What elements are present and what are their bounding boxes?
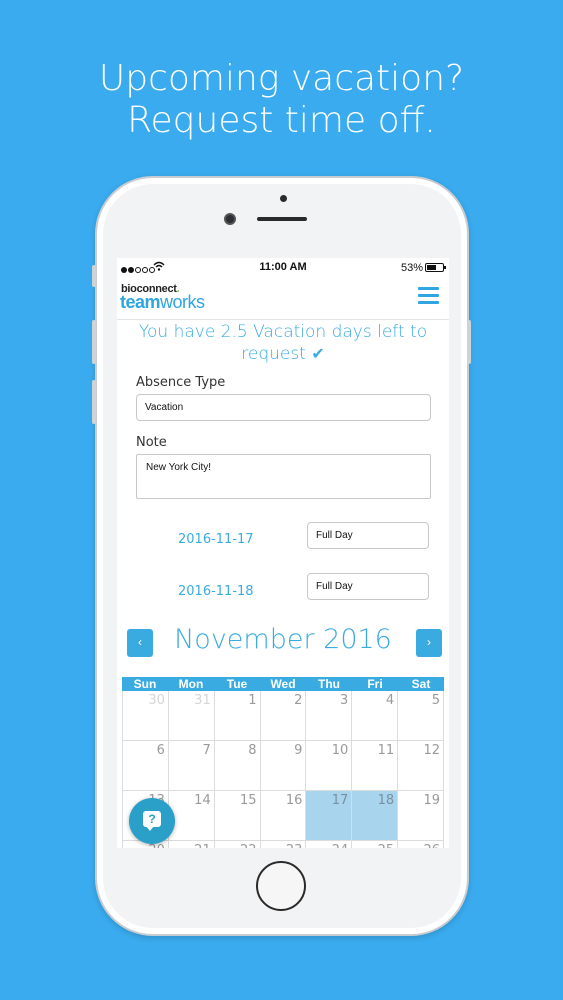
help-icon: ?: [143, 811, 161, 831]
weekday-label: Sun: [133, 677, 157, 691]
calendar-week: 6 7 8 9 10 11 12: [122, 741, 445, 791]
calendar-day[interactable]: 21: [169, 841, 215, 848]
calendar-day[interactable]: 8: [214, 741, 261, 791]
battery-icon: [425, 263, 446, 272]
weekday-label: Mon: [178, 677, 204, 691]
proximity-sensor: [280, 195, 287, 202]
app-header: bioconnect. teamworks: [117, 280, 449, 320]
calendar-day[interactable]: 26: [398, 841, 445, 848]
calendar-day[interactable]: 5: [398, 691, 445, 741]
calendar-day[interactable]: 19: [398, 791, 445, 841]
calendar-day[interactable]: 4: [352, 691, 399, 741]
absence-type-label: Absence Type: [136, 375, 226, 390]
home-button[interactable]: [256, 861, 306, 911]
weekday-label: Wed: [270, 677, 296, 691]
help-chat-button[interactable]: ?: [129, 798, 175, 844]
calendar-day[interactable]: 6: [122, 741, 169, 791]
duration-select-1[interactable]: Full Day: [307, 522, 429, 549]
front-camera: [224, 213, 236, 225]
menu-icon[interactable]: [418, 287, 439, 305]
note-textarea[interactable]: New York City!: [136, 454, 431, 499]
absence-type-select[interactable]: Vacation: [136, 394, 431, 421]
weekday-label: Thu: [318, 677, 340, 691]
power-button: [467, 320, 471, 364]
calendar-day[interactable]: 31: [168, 691, 215, 741]
calendar-day-selected[interactable]: 17: [306, 791, 353, 841]
mute-switch: [92, 265, 96, 287]
calendar-day[interactable]: 15: [214, 791, 261, 841]
request-date-2: 2016-11-18: [178, 584, 254, 599]
note-label: Note: [136, 435, 167, 450]
status-time: 11:00 AM: [259, 261, 307, 273]
headline-line-1: Upcoming vacation?: [98, 58, 465, 99]
volume-up-button: [92, 320, 96, 364]
calendar-week: 20 21 22 23 24 25 26: [122, 841, 445, 848]
calendar-day[interactable]: 24: [306, 841, 353, 848]
calendar-day[interactable]: 10: [306, 741, 353, 791]
calendar-weekday-header: Sun Mon Tue Wed Thu Fri Sat: [122, 677, 444, 691]
calendar-day[interactable]: 7: [168, 741, 215, 791]
prev-month-button[interactable]: ‹: [127, 629, 153, 657]
calendar-day[interactable]: 3: [306, 691, 353, 741]
next-month-button[interactable]: ›: [416, 629, 442, 657]
calendar-day-selected[interactable]: 18: [352, 791, 399, 841]
earpiece-speaker: [257, 217, 307, 221]
headline-line-2: Request time off.: [127, 100, 436, 141]
logo-teamworks: teamworks: [120, 292, 205, 312]
battery-percent: 53%: [400, 262, 423, 274]
calendar-day[interactable]: 22: [215, 841, 261, 848]
request-date-1: 2016-11-17: [178, 532, 254, 547]
calendar-day[interactable]: 14: [168, 791, 215, 841]
calendar-day[interactable]: 11: [352, 741, 399, 791]
status-bar: 11:00 AM 53%: [117, 258, 449, 278]
weekday-label: Sat: [411, 677, 431, 691]
calendar-month-title: November 2016: [174, 624, 392, 655]
headline: Upcoming vacation? Request time off.: [0, 58, 563, 142]
weekday-label: Fri: [367, 677, 383, 691]
calendar-day[interactable]: 25: [352, 841, 399, 848]
vacation-balance-message: You have 2.5 Vacation days left to reque…: [138, 322, 428, 364]
weekday-label: Tue: [226, 677, 248, 691]
calendar-week: 30 31 1 2 3 4 5: [122, 691, 445, 741]
volume-down-button: [92, 380, 96, 424]
calendar-day[interactable]: 16: [260, 791, 307, 841]
calendar-day[interactable]: 1: [214, 691, 261, 741]
calendar-day[interactable]: 9: [260, 741, 307, 791]
checkmark-icon: ✔: [311, 344, 325, 363]
calendar-day[interactable]: 23: [261, 841, 307, 848]
calendar-day[interactable]: 12: [398, 741, 445, 791]
calendar-day[interactable]: 30: [122, 691, 169, 741]
duration-select-2[interactable]: Full Day: [307, 573, 429, 600]
calendar-day[interactable]: 2: [260, 691, 307, 741]
phone-screen: 11:00 AM 53% bioconnect. teamworks You h…: [117, 258, 449, 848]
